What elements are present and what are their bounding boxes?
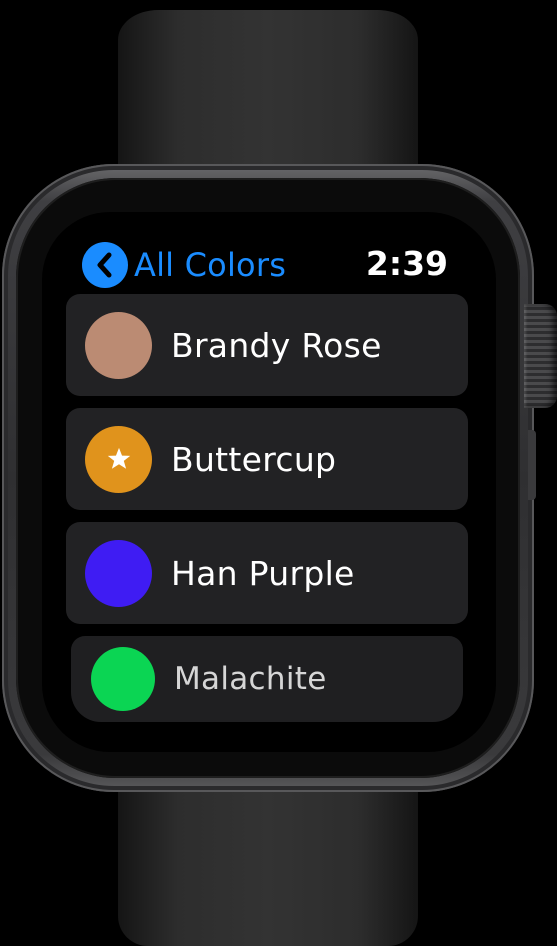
color-row-malachite[interactable]: Malachite — [71, 636, 463, 722]
star-icon — [107, 447, 130, 469]
color-swatch — [85, 425, 152, 493]
back-button[interactable]: All Colors — [82, 242, 286, 288]
navigation-header: All Colors 2:39 — [42, 238, 496, 288]
back-label: All Colors — [134, 246, 287, 284]
color-name: Han Purple — [171, 553, 355, 593]
clock-time: 2:39 — [365, 244, 448, 283]
watch-screen: All Colors 2:39 Brandy Rose Buttercup Ha… — [42, 212, 496, 752]
digital-crown[interactable] — [524, 304, 557, 408]
watch-device: All Colors 2:39 Brandy Rose Buttercup Ha… — [0, 0, 557, 946]
color-swatch — [85, 311, 152, 379]
color-row-buttercup[interactable]: Buttercup — [66, 408, 468, 510]
color-row-brandy-rose[interactable]: Brandy Rose — [66, 294, 468, 396]
color-name: Brandy Rose — [171, 325, 382, 365]
color-name: Buttercup — [171, 439, 337, 479]
color-list: Brandy Rose Buttercup Han Purple Malachi… — [66, 294, 468, 734]
chevron-left-icon — [82, 242, 128, 288]
color-swatch — [91, 647, 155, 711]
side-button[interactable] — [528, 430, 536, 500]
color-row-han-purple[interactable]: Han Purple — [66, 522, 468, 624]
color-name: Malachite — [174, 661, 327, 697]
color-swatch — [85, 539, 152, 607]
